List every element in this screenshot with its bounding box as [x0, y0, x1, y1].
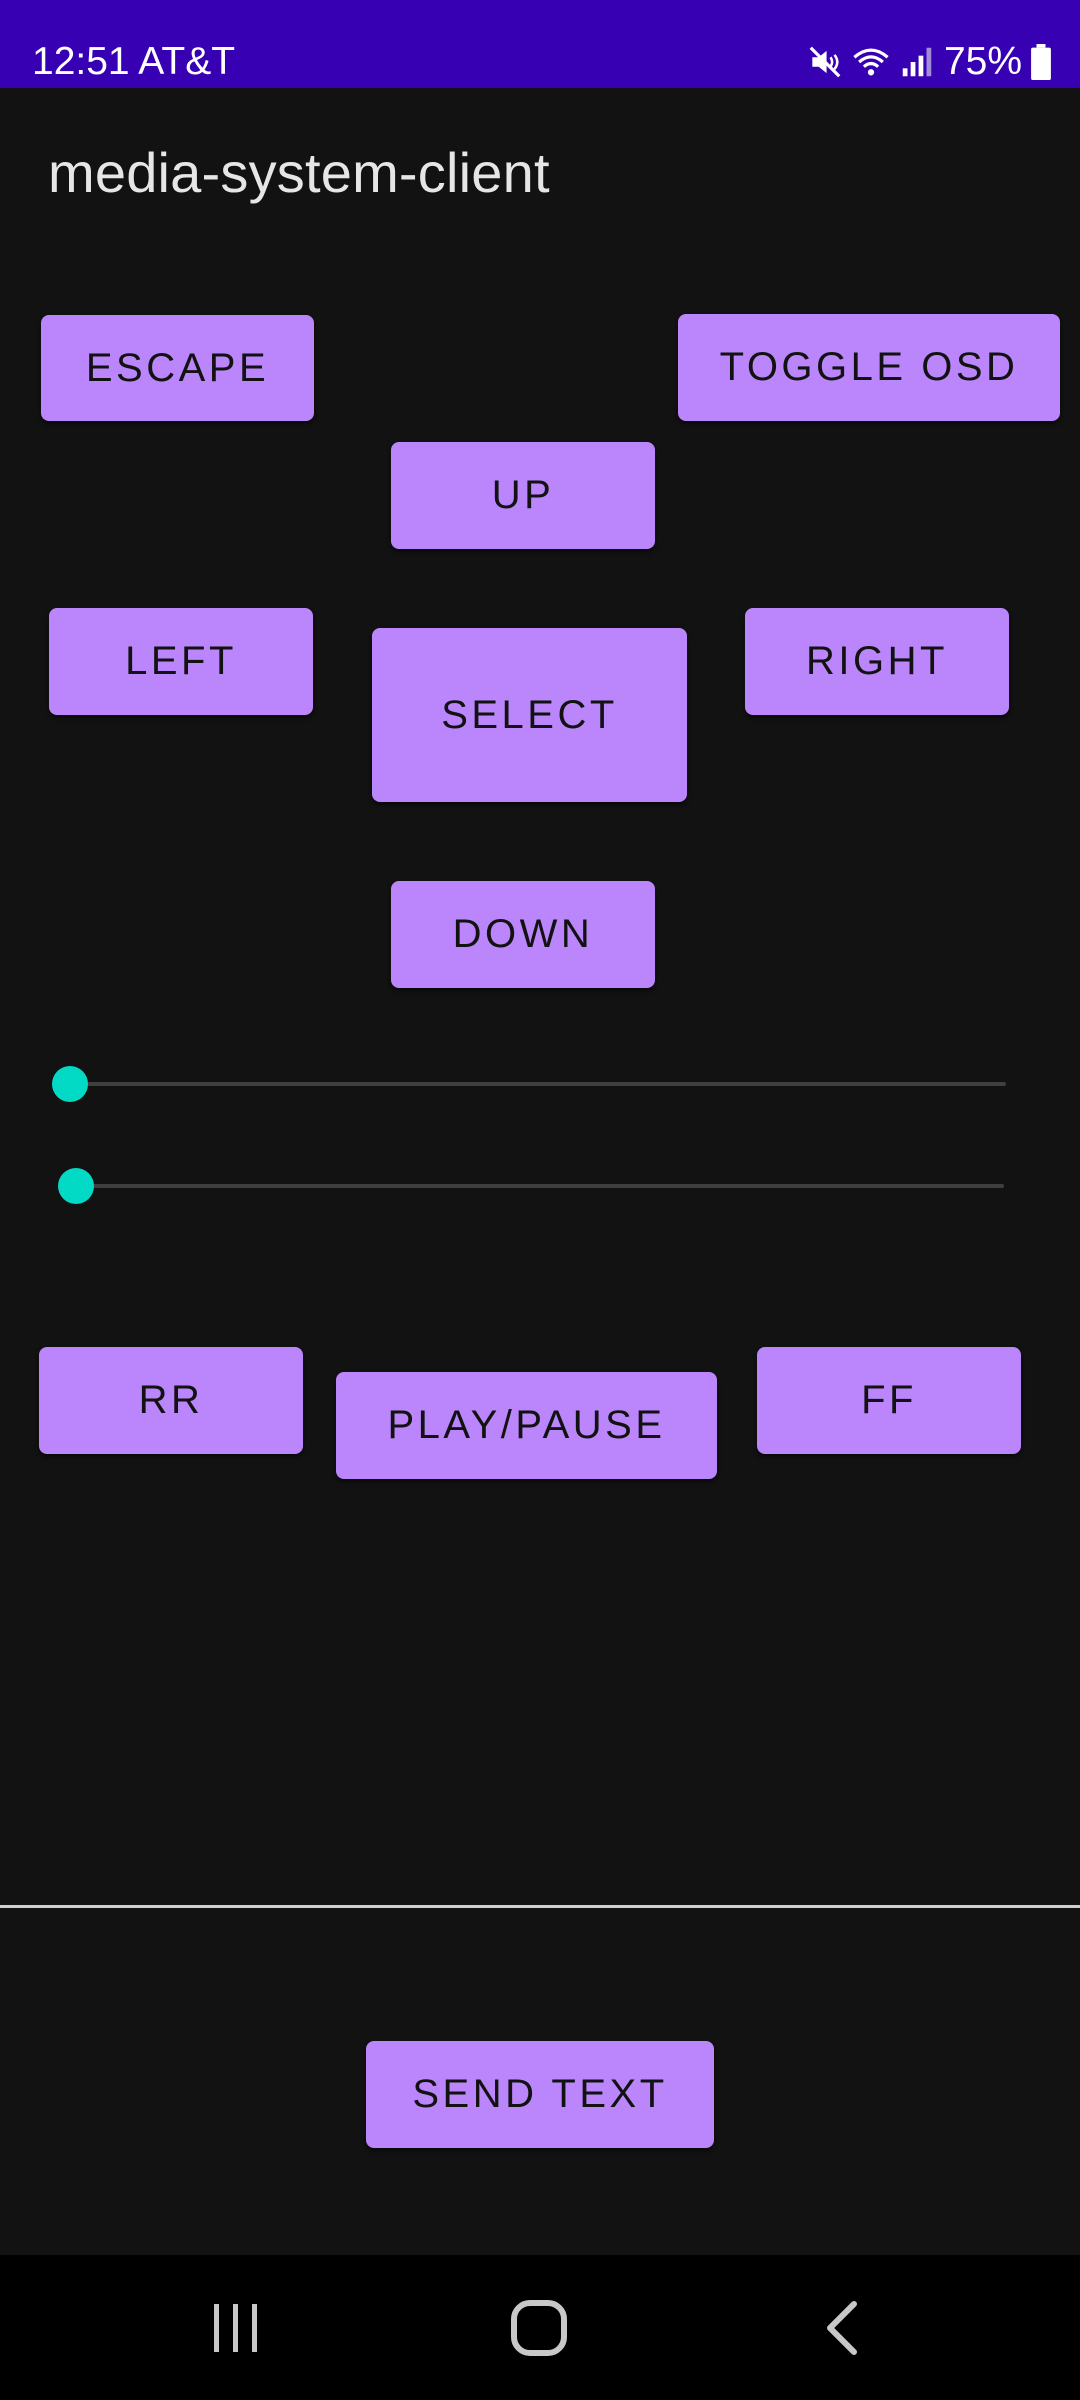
app-title: media-system-client [48, 141, 550, 204]
app-screen: 12:51 AT&T 75% media-system-client ESCAP… [0, 0, 1080, 2400]
send-text-button[interactable]: SEND TEXT [366, 2041, 714, 2148]
up-button[interactable]: UP [391, 442, 655, 549]
navigation-bar [0, 2255, 1080, 2400]
divider [0, 1905, 1080, 1908]
slider-track[interactable] [76, 1184, 1004, 1188]
left-button[interactable]: LEFT [49, 608, 313, 715]
back-icon [827, 2300, 857, 2355]
slider-track[interactable] [70, 1082, 1006, 1086]
right-button[interactable]: RIGHT [745, 608, 1009, 715]
recent-apps-button[interactable] [156, 2255, 316, 2400]
home-button[interactable] [459, 2255, 619, 2400]
select-button[interactable]: SELECT [372, 628, 687, 802]
play-pause-button[interactable]: PLAY/PAUSE [336, 1372, 717, 1479]
slider-1[interactable] [52, 1062, 1006, 1106]
status-icons: 75% [806, 38, 1052, 86]
back-button[interactable] [762, 2255, 922, 2400]
home-icon [511, 2299, 567, 2356]
wifi-icon [853, 48, 889, 76]
fast-forward-button[interactable]: FF [757, 1347, 1021, 1454]
escape-button[interactable]: ESCAPE [41, 315, 314, 421]
slider-2[interactable] [58, 1164, 1004, 1208]
battery-percent: 75% [943, 40, 1022, 83]
down-button[interactable]: DOWN [391, 881, 655, 988]
status-bar: 12:51 AT&T 75% [0, 0, 1080, 88]
rewind-button[interactable]: RR [39, 1347, 303, 1454]
cell-signal-icon [902, 47, 932, 77]
recent-apps-icon [214, 2303, 257, 2352]
toggle-osd-button[interactable]: TOGGLE OSD [678, 314, 1060, 421]
battery-icon [1031, 44, 1051, 80]
mute-vibrate-icon [809, 46, 841, 78]
slider-thumb[interactable] [52, 1066, 88, 1102]
slider-thumb[interactable] [58, 1168, 94, 1204]
status-time-carrier: 12:51 AT&T [32, 40, 236, 83]
